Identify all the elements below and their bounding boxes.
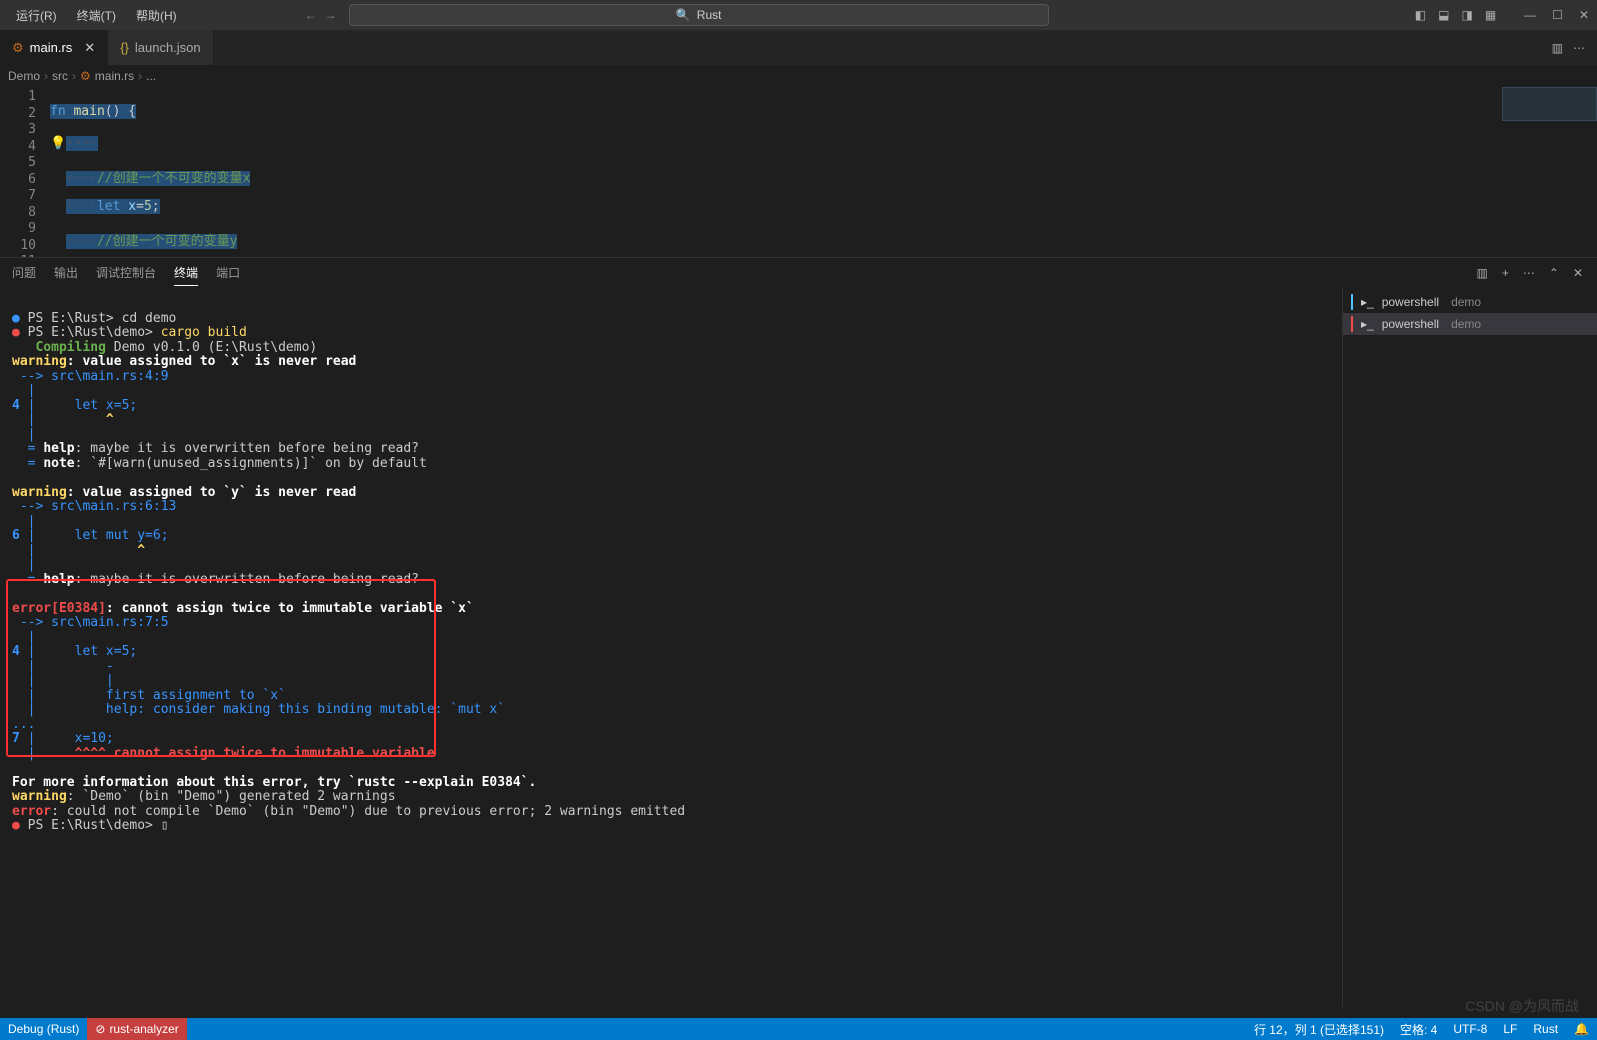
status-rust-analyzer[interactable]: ⊘ rust-analyzer — [87, 1018, 186, 1040]
panel-chevron-up-icon[interactable]: ⌃ — [1549, 262, 1559, 284]
breadcrumb: Demo › src › ⚙ main.rs › ... — [0, 65, 1597, 87]
tabs-right-icons: ▥ ⋯ — [1552, 30, 1597, 65]
minimize-icon[interactable]: — — [1524, 8, 1536, 22]
layout-customize-icon[interactable]: ▦ — [1485, 8, 1496, 22]
terminal-cursor: ▯ — [161, 818, 169, 833]
tab-launch-json[interactable]: {} launch.json — [108, 30, 213, 65]
tab-label: launch.json — [135, 40, 201, 55]
tab-close-icon[interactable]: ✕ — [84, 40, 95, 56]
terminal-icon: ▸_ — [1361, 317, 1374, 331]
nav-back-icon[interactable]: ← — [305, 8, 317, 22]
title-bar: 运行(R) 终端(T) 帮助(H) ← → 🔍 Rust ◧ ⬓ ◨ ▦ — ☐… — [0, 0, 1597, 30]
terminal-list: ▸_ powershell demo ▸_ powershell demo — [1342, 287, 1597, 1007]
terminal-status-bar — [1351, 294, 1353, 310]
breadcrumb-segment[interactable]: main.rs — [95, 69, 134, 83]
code-editor[interactable]: 1234567891011 fn main() { 💡···· ····//创建… — [0, 87, 1597, 257]
panel-tab-terminal[interactable]: 终端 — [174, 260, 198, 286]
panel-more-icon[interactable]: ⋯ — [1523, 262, 1535, 284]
json-file-icon: {} — [120, 40, 129, 55]
status-notifications-icon[interactable]: 🔔 — [1566, 1021, 1597, 1038]
line-gutter: 1234567891011 — [0, 87, 50, 257]
menu-run[interactable]: 运行(R) — [8, 3, 65, 28]
panel-tabs: 问题 输出 调试控制台 终端 端口 ▥ + ⋯ ⌃ ✕ — [0, 257, 1597, 287]
status-dot-red-icon: ● — [12, 325, 20, 340]
panel-split-icon[interactable]: ▥ — [1477, 262, 1488, 284]
breadcrumb-separator: › — [138, 69, 142, 83]
status-encoding[interactable]: UTF-8 — [1445, 1021, 1495, 1038]
panel-tab-output[interactable]: 输出 — [54, 260, 78, 285]
rust-file-icon: ⚙ — [80, 69, 91, 83]
layout-panel-icon[interactable]: ⬓ — [1438, 8, 1449, 22]
rust-file-icon: ⚙ — [12, 40, 24, 56]
breadcrumb-separator: › — [72, 69, 76, 83]
new-terminal-icon[interactable]: + — [1502, 262, 1509, 284]
breadcrumb-separator: › — [44, 69, 48, 83]
nav-forward-icon[interactable]: → — [325, 8, 337, 22]
more-actions-icon[interactable]: ⋯ — [1573, 41, 1585, 55]
menu-help[interactable]: 帮助(H) — [128, 3, 185, 28]
terminal-name: powershell — [1382, 317, 1439, 331]
terminal[interactable]: ● PS E:\Rust> cd demo ● PS E:\Rust\demo>… — [0, 287, 1342, 1007]
status-dot-red-icon: ● — [12, 818, 20, 833]
terminal-list-item[interactable]: ▸_ powershell demo — [1343, 313, 1597, 335]
status-cursor-position[interactable]: 行 12，列 1 (已选择151) — [1246, 1021, 1392, 1038]
menu-bar: 运行(R) 终端(T) 帮助(H) — [8, 3, 185, 28]
command-center[interactable]: 🔍 Rust — [349, 4, 1049, 26]
watermark: CSDN @为风而战 — [1465, 996, 1579, 1016]
tab-main-rs[interactable]: ⚙ main.rs ✕ — [0, 30, 108, 65]
search-text: Rust — [697, 8, 722, 22]
breadcrumb-segment[interactable]: ... — [146, 69, 156, 83]
terminal-cwd: demo — [1451, 317, 1481, 331]
panel-close-icon[interactable]: ✕ — [1573, 262, 1583, 284]
panel-tab-debugconsole[interactable]: 调试控制台 — [96, 260, 156, 285]
panel-tab-problems[interactable]: 问题 — [12, 260, 36, 285]
close-icon[interactable]: ✕ — [1579, 8, 1589, 22]
breadcrumb-segment[interactable]: Demo — [8, 69, 40, 83]
code-area[interactable]: fn main() { 💡···· ····//创建一个不可变的变量x ····… — [50, 87, 1597, 257]
breadcrumb-segment[interactable]: src — [52, 69, 68, 83]
titlebar-right-icons: ◧ ⬓ ◨ ▦ — ☐ ✕ — [1415, 8, 1589, 22]
tab-label: main.rs — [30, 40, 73, 55]
editor-tabs: ⚙ main.rs ✕ {} launch.json ▥ ⋯ — [0, 30, 1597, 65]
status-dot-blue-icon: ● — [12, 311, 20, 326]
layout-secondary-icon[interactable]: ◨ — [1461, 8, 1472, 22]
search-icon: 🔍 — [676, 8, 691, 22]
menu-terminal[interactable]: 终端(T) — [69, 3, 124, 28]
status-debug[interactable]: Debug (Rust) — [0, 1022, 87, 1036]
status-indentation[interactable]: 空格: 4 — [1392, 1021, 1445, 1038]
status-eol[interactable]: LF — [1495, 1021, 1525, 1038]
annotation-box — [6, 579, 436, 757]
panel-body: ● PS E:\Rust> cd demo ● PS E:\Rust\demo>… — [0, 287, 1597, 1007]
status-language[interactable]: Rust — [1525, 1021, 1566, 1038]
maximize-icon[interactable]: ☐ — [1552, 8, 1563, 22]
lightbulb-icon[interactable]: 💡 — [50, 136, 66, 151]
panel-tab-ports[interactable]: 端口 — [216, 260, 240, 285]
status-bar: Debug (Rust) ⊘ rust-analyzer 行 12，列 1 (已… — [0, 1018, 1597, 1040]
split-editor-icon[interactable]: ▥ — [1552, 41, 1563, 55]
layout-primary-icon[interactable]: ◧ — [1415, 8, 1426, 22]
window-controls: — ☐ ✕ — [1524, 8, 1589, 22]
terminal-cwd: demo — [1451, 295, 1481, 309]
terminal-status-bar — [1351, 316, 1353, 332]
minimap[interactable] — [1502, 87, 1597, 121]
terminal-icon: ▸_ — [1361, 295, 1374, 309]
nav-buttons: ← → — [305, 8, 337, 22]
terminal-name: powershell — [1382, 295, 1439, 309]
error-icon: ⊘ — [95, 1022, 105, 1036]
terminal-list-item[interactable]: ▸_ powershell demo — [1343, 291, 1597, 313]
